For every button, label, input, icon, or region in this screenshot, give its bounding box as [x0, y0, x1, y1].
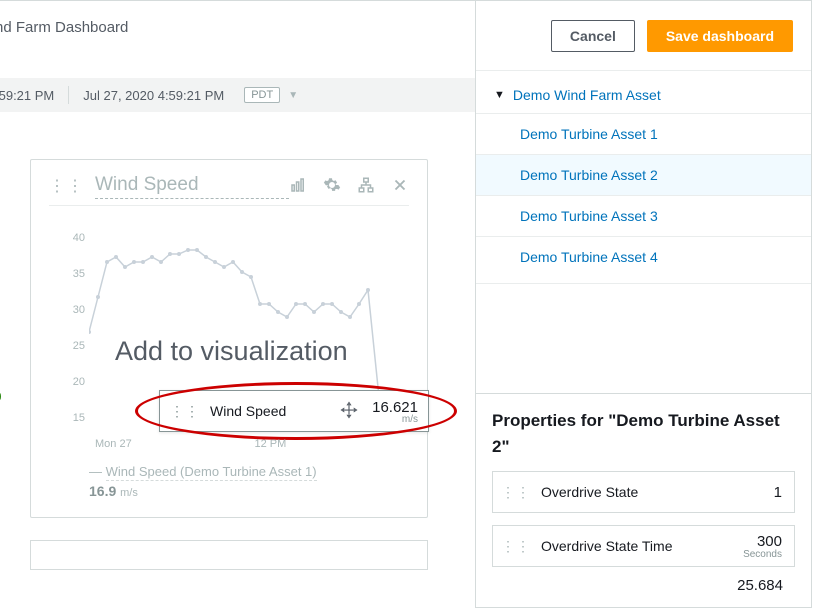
- properties-section: Properties for "Demo Turbine Asset 2" ⋮⋮…: [476, 393, 811, 594]
- tree-child-1[interactable]: Demo Turbine Asset 1: [476, 113, 811, 154]
- tree-child-3[interactable]: Demo Turbine Asset 3: [476, 195, 811, 236]
- close-icon[interactable]: [391, 176, 409, 197]
- chart-type-icon[interactable]: [289, 176, 307, 197]
- asset-tree: ▼ Demo Wind Farm Asset Demo Turbine Asse…: [476, 71, 811, 284]
- prop-name: Overdrive State Time: [541, 538, 743, 554]
- drop-overlay-text: Add to visualization: [115, 336, 348, 367]
- x-axis: Mon 27 12 PM: [95, 438, 409, 450]
- hierarchy-icon[interactable]: [357, 176, 375, 197]
- time-end-partial: :59:21 PM: [0, 86, 68, 104]
- timezone-caret-icon[interactable]: ▼: [288, 90, 298, 101]
- prop-value: 1: [774, 484, 782, 501]
- property-drag-chip[interactable]: ⋮⋮ Wind Speed 16.621 m/s: [159, 390, 429, 432]
- tree-parent[interactable]: ▼ Demo Wind Farm Asset: [476, 77, 811, 113]
- gear-icon[interactable]: [323, 176, 341, 197]
- chip-value: 16.621: [372, 399, 418, 416]
- prop-name: Overdrive State: [541, 484, 774, 500]
- chip-label: Wind Speed: [210, 403, 326, 419]
- tree-child-4[interactable]: Demo Turbine Asset 4: [476, 236, 811, 277]
- next-widget-peek[interactable]: [30, 540, 428, 570]
- dashboard-title: nd Farm Dashboard: [0, 1, 475, 36]
- prop-drag-handle-icon[interactable]: ⋮⋮: [501, 489, 531, 496]
- chip-drag-handle-icon[interactable]: ⋮⋮: [170, 408, 200, 415]
- properties-title: Properties for "Demo Turbine Asset 2": [492, 408, 795, 459]
- move-cursor-icon: [340, 401, 358, 422]
- wind-speed-widget[interactable]: ⋮⋮ Wind Speed: [30, 159, 428, 518]
- chart-legend: — Wind Speed (Demo Turbine Asset 1) 16.9…: [49, 464, 409, 499]
- prop-value: 300: [757, 533, 782, 550]
- widget-drag-handle-icon[interactable]: ⋮⋮: [49, 182, 85, 192]
- chip-unit: m/s: [372, 416, 418, 424]
- side-value-green: 00: [0, 389, 1, 404]
- property-row-overdrive-state[interactable]: ⋮⋮ Overdrive State 1: [492, 471, 795, 513]
- tree-parent-label: Demo Wind Farm Asset: [513, 87, 661, 103]
- legend-label[interactable]: Wind Speed (Demo Turbine Asset 1): [106, 464, 317, 481]
- prop-unit: Seconds: [743, 550, 782, 559]
- time-full: Jul 27, 2020 4:59:21 PM: [68, 86, 238, 104]
- widget-title[interactable]: Wind Speed: [95, 174, 289, 199]
- prop-drag-handle-icon[interactable]: ⋮⋮: [501, 543, 531, 550]
- y-axis: 40 35 30 25 20 15: [67, 232, 85, 448]
- timezone-badge[interactable]: PDT: [244, 87, 280, 103]
- tree-child-2[interactable]: Demo Turbine Asset 2: [476, 154, 811, 195]
- chart-area: 40 35 30 25 20 15 Add to visualization ⋮…: [49, 212, 409, 452]
- cancel-button[interactable]: Cancel: [551, 20, 635, 52]
- save-dashboard-button[interactable]: Save dashboard: [647, 20, 793, 52]
- cutoff-value: 25.684: [492, 577, 795, 594]
- right-panel: Cancel Save dashboard ▼ Demo Wind Farm A…: [475, 0, 812, 608]
- time-range-bar: :59:21 PM Jul 27, 2020 4:59:21 PM PDT ▼: [0, 78, 475, 112]
- property-row-overdrive-state-time[interactable]: ⋮⋮ Overdrive State Time 300 Seconds: [492, 525, 795, 567]
- tree-caret-icon[interactable]: ▼: [494, 89, 505, 101]
